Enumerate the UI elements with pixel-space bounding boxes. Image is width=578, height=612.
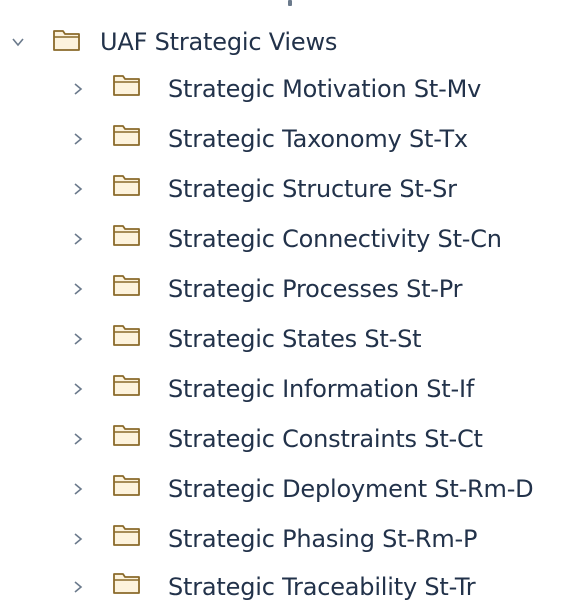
chevron-right-icon[interactable] [68,379,88,399]
chevron-right-icon[interactable] [68,577,88,597]
folder-icon [112,472,142,498]
tree-node-strategic-phasing[interactable]: Strategic Phasing St-Rm-P [0,514,578,564]
chevron-right-icon[interactable] [68,79,88,99]
tree-node-label: Strategic Taxonomy St-Tx [168,125,468,153]
tree-node-label: Strategic Connectivity St-Cn [168,225,502,253]
tree-node-strategic-constraints[interactable]: Strategic Constraints St-Ct [0,414,578,464]
tree-node-label: UAF Strategic Views [100,28,338,56]
tree-node-strategic-processes[interactable]: Strategic Processes St-Pr [0,264,578,314]
tree-node-strategic-connectivity[interactable]: Strategic Connectivity St-Cn [0,214,578,264]
tree-node-label: Strategic Processes St-Pr [168,275,463,303]
folder-icon [112,222,142,248]
tree-node-strategic-information[interactable]: Strategic Information St-If [0,364,578,414]
tree-node-label: Strategic States St-St [168,325,422,353]
tree-node-uaf-strategic-views[interactable]: UAF Strategic Views [0,17,578,67]
folder-icon [112,570,142,596]
chevron-right-icon[interactable] [68,179,88,199]
tree-node-label: Strategic Traceability St-Tr [168,573,476,601]
chevron-down-icon[interactable] [8,32,28,52]
tree-node-label: Strategic Phasing St-Rm-P [168,525,478,553]
tree-node-label: Strategic Structure St-Sr [168,175,457,203]
chevron-right-icon[interactable] [68,279,88,299]
chevron-right-icon[interactable] [68,229,88,249]
chevron-right-icon[interactable] [68,129,88,149]
folder-icon [52,27,82,53]
folder-icon [112,422,142,448]
folder-icon [112,172,142,198]
scroll-stub-mark [288,0,292,6]
folder-icon [112,372,142,398]
folder-icon [112,72,142,98]
tree-node-label: Strategic Information St-If [168,375,475,403]
chevron-right-icon[interactable] [68,479,88,499]
project-browser-tree: UAF Strategic Views Strategic Motivation… [0,0,578,605]
tree-node-strategic-taxonomy[interactable]: Strategic Taxonomy St-Tx [0,114,578,164]
chevron-right-icon[interactable] [68,529,88,549]
tree-node-strategic-deployment[interactable]: Strategic Deployment St-Rm-D [0,464,578,514]
chevron-right-icon[interactable] [68,329,88,349]
tree-node-strategic-structure[interactable]: Strategic Structure St-Sr [0,164,578,214]
tree-node-label: Strategic Constraints St-Ct [168,425,483,453]
folder-icon [112,522,142,548]
chevron-right-icon[interactable] [68,429,88,449]
folder-icon [112,322,142,348]
tree-node-strategic-states[interactable]: Strategic States St-St [0,314,578,364]
tree-node-label: Strategic Motivation St-Mv [168,75,482,103]
folder-icon [112,272,142,298]
folder-icon [112,122,142,148]
tree-node-strategic-motivation[interactable]: Strategic Motivation St-Mv [0,64,578,114]
tree-node-label: Strategic Deployment St-Rm-D [168,475,534,503]
